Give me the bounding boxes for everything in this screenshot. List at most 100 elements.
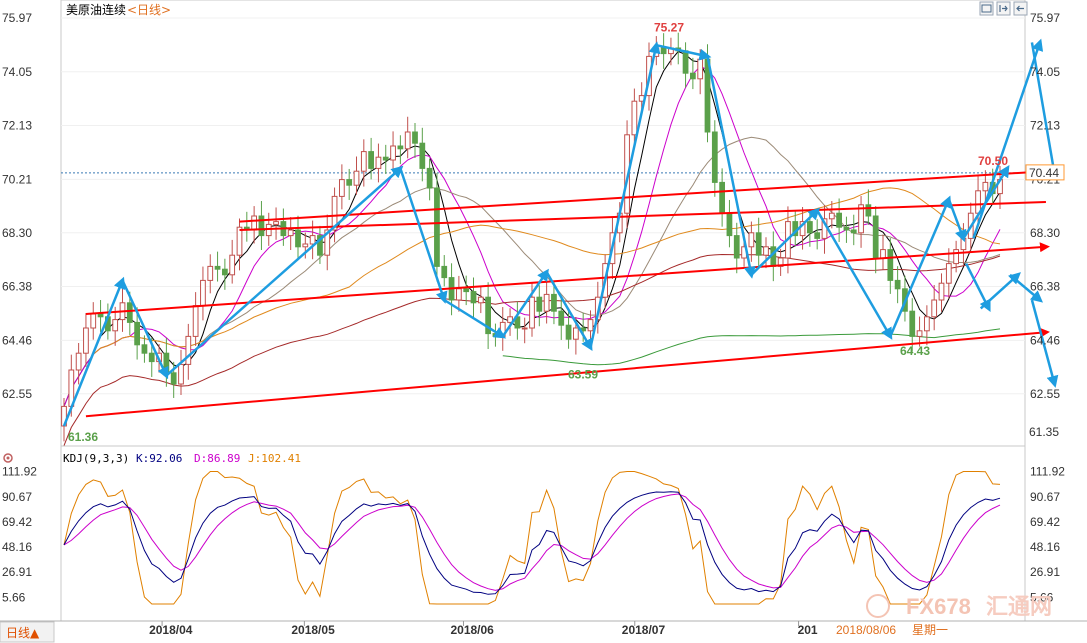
ma10-line bbox=[63, 65, 1001, 407]
candle-bear bbox=[346, 179, 353, 186]
ma40-line bbox=[92, 187, 1001, 355]
candle-bear bbox=[536, 296, 543, 312]
kdj-label: KDJ(9,3,3) bbox=[63, 452, 129, 465]
kdj-j-line bbox=[63, 471, 1001, 605]
kdj-settings-icon[interactable] bbox=[3, 453, 13, 463]
candle-bear bbox=[814, 232, 821, 239]
candle-bear bbox=[441, 265, 448, 279]
kdj-d-value: D:86.89 bbox=[194, 452, 240, 465]
price-axis-tick-right: 64.46 bbox=[1030, 333, 1060, 347]
kdj-axis-tick-left: 69.42 bbox=[2, 515, 32, 529]
candle-bull bbox=[229, 254, 236, 276]
candle-bear bbox=[836, 212, 843, 228]
kdj-axis-tick-left: 48.16 bbox=[2, 540, 32, 554]
back-button[interactable] bbox=[1013, 1, 1028, 16]
kdj-axis-tick-right: 90.67 bbox=[1030, 490, 1060, 504]
candle-bull bbox=[360, 151, 367, 172]
price-axis-tick-right: 62.55 bbox=[1030, 387, 1060, 401]
kdj-k-value: K:92.06 bbox=[136, 452, 182, 465]
candle-bull bbox=[945, 263, 952, 284]
candle-bull bbox=[185, 335, 192, 365]
kdj-axis-tick-left: 90.67 bbox=[2, 490, 32, 504]
candle-bull bbox=[587, 319, 594, 332]
candle-bear bbox=[558, 310, 565, 326]
candle-bull bbox=[763, 246, 769, 256]
candle-bull bbox=[529, 296, 535, 329]
candle-bull bbox=[404, 131, 411, 150]
candle-bear bbox=[368, 151, 375, 169]
candle-bear bbox=[141, 344, 148, 354]
candle-bull bbox=[916, 330, 923, 337]
candle-bear bbox=[397, 145, 404, 150]
grid-lines bbox=[61, 17, 1025, 395]
watermark-cn: 汇通网 bbox=[986, 595, 1052, 620]
candle-bull bbox=[455, 288, 462, 301]
candle-bull bbox=[697, 58, 704, 80]
date-axis: 2018/04 2018/05 2018/06 2018/07 201 bbox=[149, 621, 818, 637]
candle-bear bbox=[850, 229, 857, 234]
candle-bull bbox=[960, 237, 967, 251]
candle-bear bbox=[551, 293, 557, 312]
date-axis-label: 2018/05 bbox=[291, 623, 335, 637]
price-axis-tick-left: 68.30 bbox=[2, 226, 32, 240]
candle-bear bbox=[434, 187, 440, 267]
price-annotation: 64.43 bbox=[900, 344, 930, 358]
candle-bear bbox=[872, 215, 879, 259]
candle-bull bbox=[477, 296, 484, 304]
date-axis-label: 201 bbox=[798, 623, 818, 637]
candle-bear bbox=[660, 47, 667, 55]
candle-bull bbox=[631, 100, 638, 136]
candle-bull bbox=[178, 363, 184, 385]
toggle-right-button[interactable] bbox=[996, 1, 1011, 16]
kdj-axis-tick-right: 26.91 bbox=[1030, 565, 1060, 579]
candle-bull bbox=[251, 215, 258, 231]
kdj-axis-tick-left: 5.66 bbox=[2, 590, 26, 604]
candle-bear bbox=[565, 324, 572, 340]
candle-bear bbox=[806, 221, 813, 234]
price-axis-tick-right: 66.38 bbox=[1030, 280, 1060, 294]
price-axis-tick-left: 72.13 bbox=[2, 119, 32, 133]
candle-bull bbox=[207, 265, 214, 281]
candle-bear bbox=[295, 229, 301, 248]
candle-bear bbox=[887, 249, 894, 281]
candle-bear bbox=[733, 235, 740, 259]
candle-bear bbox=[711, 131, 718, 183]
candle-bull bbox=[521, 327, 528, 330]
candle-bull bbox=[375, 156, 382, 169]
price-annotation: 61.36 bbox=[68, 430, 98, 444]
candle-bull bbox=[748, 232, 755, 248]
candle-bull bbox=[200, 279, 206, 307]
period-tab[interactable]: 日线▲ bbox=[6, 626, 40, 640]
kdj-d-line bbox=[63, 493, 1001, 591]
candle-bull bbox=[353, 170, 360, 186]
candle-bear bbox=[382, 156, 389, 161]
price-axis-tick-left: 66.38 bbox=[2, 280, 32, 294]
price-axis-tick-left: 70.21 bbox=[2, 172, 32, 186]
price-annotation: 63.59 bbox=[568, 368, 598, 382]
chart-title: 美原油连续 bbox=[66, 2, 126, 17]
candle-bear bbox=[221, 268, 228, 276]
kdj-axis-tick-left: 26.91 bbox=[2, 565, 32, 579]
candle-bull bbox=[543, 293, 550, 312]
candle-bear bbox=[258, 215, 265, 237]
candle-bull bbox=[192, 305, 199, 337]
candle-bear bbox=[843, 226, 850, 231]
footer-weekday: 星期一 bbox=[912, 623, 948, 637]
kdj-axis-tick-left: 111.92 bbox=[2, 465, 37, 479]
price-axis-tick-left: 75.97 bbox=[2, 11, 32, 25]
candle-bull bbox=[75, 352, 82, 371]
wave-arrows bbox=[62, 38, 1060, 427]
candle-bull bbox=[273, 221, 279, 225]
price-annotation: 75.27 bbox=[654, 21, 684, 35]
candle-bull bbox=[302, 243, 309, 248]
candle-bull bbox=[309, 235, 316, 245]
toggle-table-button[interactable] bbox=[979, 1, 994, 16]
kdj-axis-tick-right: 69.42 bbox=[1030, 515, 1060, 529]
candle-bear bbox=[470, 291, 477, 304]
price-axis-tick-left: 62.55 bbox=[2, 387, 32, 401]
candle-bull bbox=[880, 249, 886, 259]
candle-bull bbox=[112, 319, 119, 332]
candle-bear bbox=[755, 232, 762, 256]
candle-bear bbox=[719, 181, 726, 214]
trendline-inner bbox=[239, 201, 1046, 231]
